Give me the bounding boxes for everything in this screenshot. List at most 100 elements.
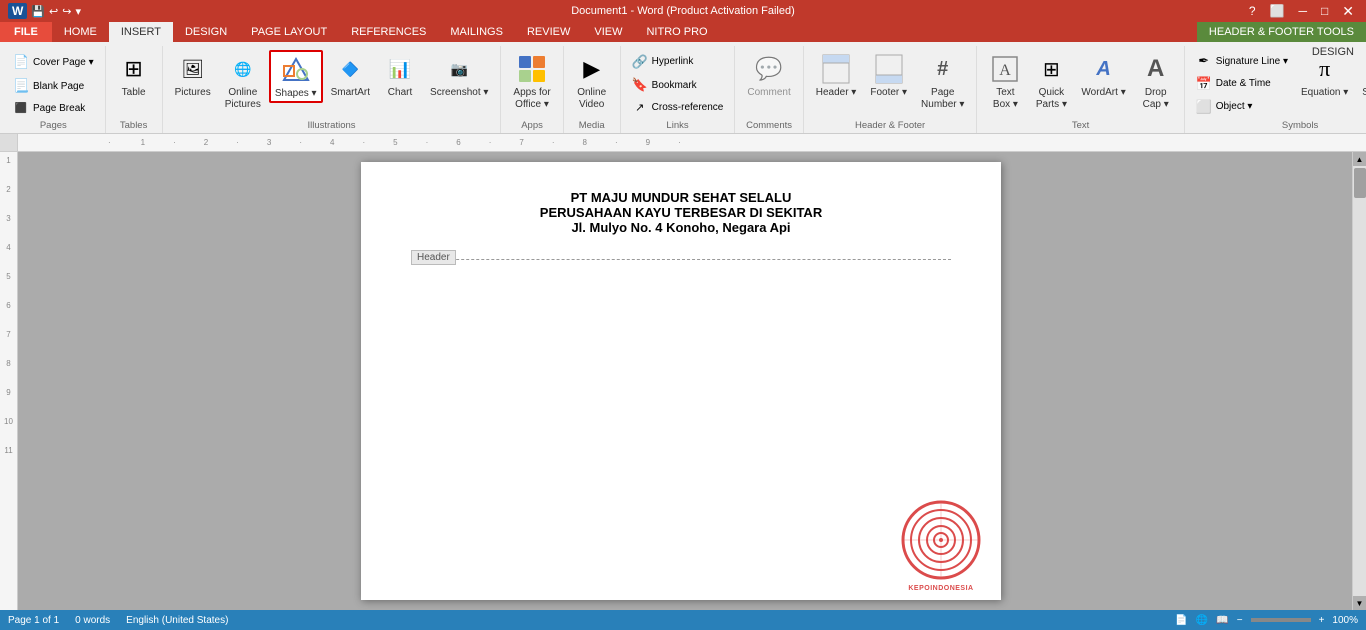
header-btn-icon [820, 53, 852, 85]
qa-dropdown-btn[interactable]: ▾ [75, 5, 81, 18]
page-break-text: Page Break [33, 103, 85, 114]
footer-btn[interactable]: Footer ▾ [864, 50, 913, 102]
pages-label: Pages [40, 120, 67, 133]
undo-qa-btn[interactable]: ↩ [49, 5, 58, 18]
bookmark-btn[interactable]: 🔖 Bookmark [627, 75, 729, 95]
online-video-btn[interactable]: ▶ OnlineVideo [570, 50, 614, 114]
online-video-label: OnlineVideo [577, 87, 606, 111]
wordart-label: WordArt ▾ [1081, 87, 1125, 99]
page-break-btn[interactable]: ⬛ Header Page Break [8, 101, 99, 116]
shapes-label: Shapes ▾ [275, 88, 317, 99]
chart-icon: 📊 [384, 53, 416, 85]
symbols-label: Symbols [1282, 120, 1318, 133]
zoom-slider[interactable] [1251, 618, 1311, 622]
smartart-btn[interactable]: 🔷 SmartArt [325, 50, 376, 102]
view-read-btn[interactable]: 📖 [1216, 615, 1228, 626]
tab-design[interactable]: DESIGN [173, 22, 239, 42]
zoom-out-btn[interactable]: − [1237, 615, 1243, 626]
tab-pagelayout[interactable]: PAGE LAYOUT [239, 22, 339, 42]
ribbon-group-text: A TextBox ▾ ⊞ QuickParts ▾ A WordArt ▾ A… [977, 46, 1184, 133]
cover-page-label: Cover Page ▾ [33, 57, 94, 68]
title-bar-controls: ? ⬜ ─ □ ✕ [1245, 3, 1358, 20]
screenshot-btn[interactable]: 📷 Screenshot ▾ [424, 50, 494, 102]
online-video-icon: ▶ [576, 53, 608, 85]
cross-reference-btn[interactable]: ↗ Cross-reference [627, 99, 729, 116]
table-icon: ⊞ [118, 53, 150, 85]
chart-btn[interactable]: 📊 Chart [378, 50, 422, 102]
online-pictures-icon: 🌐 [227, 53, 259, 85]
shapes-btn[interactable]: Shapes ▾ [269, 50, 323, 103]
save-qa-btn[interactable]: 💾 [31, 5, 45, 18]
tab-view[interactable]: VIEW [582, 22, 634, 42]
text-box-btn[interactable]: A TextBox ▾ [983, 50, 1027, 114]
scroll-thumb[interactable] [1354, 168, 1366, 198]
comment-btn[interactable]: 💬 Comment [741, 50, 796, 102]
pictures-btn[interactable]: 🖼 Pictures [169, 50, 217, 102]
scroll-down-btn[interactable]: ▼ [1353, 596, 1366, 610]
cover-page-btn[interactable]: 📄 Cover Page ▾ [8, 52, 99, 72]
tables-buttons: ⊞ Table [112, 46, 156, 120]
svg-text:A: A [1000, 62, 1012, 79]
redo-qa-btn[interactable]: ↪ [62, 5, 71, 18]
wordart-btn[interactable]: A WordArt ▾ [1075, 50, 1131, 102]
object-icon: ⬜ [1196, 99, 1212, 115]
bookmark-icon: 🔖 [632, 77, 648, 93]
page-number-icon: # [927, 53, 959, 85]
tables-label: Tables [120, 120, 147, 133]
illustrations-label: Illustrations [307, 120, 355, 133]
ribbon-group-apps: Apps forOffice ▾ Apps [501, 46, 563, 133]
header-btn-label: Header ▾ [816, 87, 857, 99]
hyperlink-btn[interactable]: 🔗 Hyperlink [627, 52, 729, 72]
ribbon-toggle-btn[interactable]: ⬜ [1266, 4, 1289, 18]
document-page: PT MAJU MUNDUR SEHAT SELALU PERUSAHAAN K… [361, 162, 1001, 600]
drop-cap-btn[interactable]: A DropCap ▾ [1134, 50, 1178, 114]
pictures-icon: 🖼 [177, 53, 209, 85]
date-time-label: Date & Time [1216, 78, 1271, 89]
date-time-btn[interactable]: 📅 Date & Time [1191, 74, 1293, 94]
scroll-up-btn[interactable]: ▲ [1353, 152, 1366, 166]
maximize-btn[interactable]: □ [1317, 4, 1332, 18]
signature-line-btn[interactable]: ✒ Signature Line ▾ [1191, 51, 1293, 71]
tab-insert[interactable]: INSERT [109, 22, 173, 42]
symbol-label: Symbol ▾ [1362, 87, 1366, 99]
minimize-btn[interactable]: ─ [1295, 4, 1312, 18]
tab-home[interactable]: HOME [52, 22, 109, 42]
help-btn[interactable]: ? [1245, 4, 1260, 18]
vertical-scrollbar[interactable]: ▲ ▼ [1352, 152, 1366, 610]
tab-mailings[interactable]: MAILINGS [438, 22, 515, 42]
watermark: KEPOINDONESIA [901, 500, 981, 580]
online-pictures-btn[interactable]: 🌐 OnlinePictures [219, 50, 267, 114]
page-break-icon: ⬛ [13, 103, 29, 114]
view-print-btn[interactable]: 📄 [1175, 615, 1187, 626]
comments-label: Comments [746, 120, 792, 133]
status-words: 0 words [75, 615, 110, 626]
links-label: Links [666, 120, 688, 133]
footer-btn-icon [873, 53, 905, 85]
object-btn[interactable]: ⬜ Object ▾ [1191, 97, 1293, 117]
word-icon: W [8, 3, 27, 19]
footer-btn-label: Footer ▾ [870, 87, 907, 99]
text-buttons: A TextBox ▾ ⊞ QuickParts ▾ A WordArt ▾ A… [983, 46, 1177, 120]
blank-page-btn[interactable]: 📃 Blank Page [8, 76, 99, 96]
pages-buttons: 📄 Cover Page ▾ 📃 Blank Page ⬛ Header Pag… [8, 46, 99, 120]
tab-hf-design[interactable]: DESIGN [1300, 42, 1366, 62]
zoom-in-btn[interactable]: + [1319, 615, 1325, 626]
apps-for-office-btn[interactable]: Apps forOffice ▾ [507, 50, 556, 114]
close-btn[interactable]: ✕ [1338, 3, 1358, 20]
tab-references[interactable]: REFERENCES [339, 22, 438, 42]
page-number-btn[interactable]: # PageNumber ▾ [915, 50, 970, 114]
tab-nitropro[interactable]: NITRO PRO [634, 22, 719, 42]
table-btn[interactable]: ⊞ Table [112, 50, 156, 102]
smartart-label: SmartArt [331, 87, 370, 99]
tab-review[interactable]: REVIEW [515, 22, 582, 42]
tab-file[interactable]: FILE [0, 22, 52, 42]
comment-label: Comment [747, 87, 790, 99]
table-label: Table [122, 87, 146, 99]
quick-parts-btn[interactable]: ⊞ QuickParts ▾ [1029, 50, 1073, 114]
shapes-icon [280, 54, 312, 86]
view-web-btn[interactable]: 🌐 [1196, 615, 1208, 626]
hyperlink-icon: 🔗 [632, 54, 648, 70]
header-btn[interactable]: Header ▾ [810, 50, 863, 102]
zoom-level: 100% [1332, 615, 1358, 626]
wordart-icon: A [1088, 53, 1120, 85]
